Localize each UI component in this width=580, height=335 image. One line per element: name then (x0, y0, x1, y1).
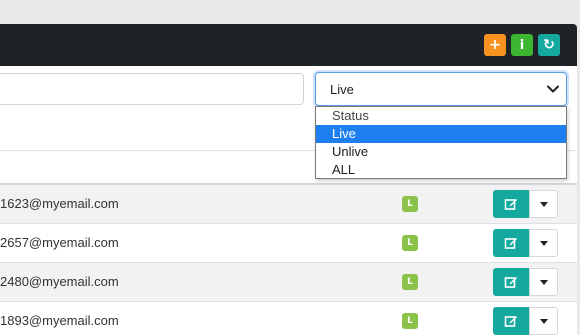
table-row: 2657@myemail.com L (0, 224, 577, 263)
status-option-all[interactable]: ALL (316, 161, 566, 179)
caret-down-icon (539, 240, 548, 246)
search-input[interactable] (0, 73, 304, 105)
info-icon: i (519, 37, 525, 53)
edit-button[interactable] (493, 229, 529, 257)
table-row: 2480@myemail.com L (0, 263, 577, 302)
card-header: + i ↻ (0, 24, 577, 66)
status-option-unlive[interactable]: Unlive (316, 143, 566, 161)
status-option-live[interactable]: Live (316, 125, 566, 143)
add-button[interactable]: + (484, 34, 506, 56)
status-badge: L (402, 196, 418, 212)
edit-button[interactable] (493, 268, 529, 296)
caret-down-icon (539, 279, 548, 285)
edit-icon (504, 238, 517, 249)
status-badge: L (402, 313, 418, 329)
status-option-status[interactable]: Status (316, 107, 566, 125)
row-actions-dropdown-button[interactable] (529, 268, 558, 296)
email-cell: 1623@myemail.com (0, 196, 119, 211)
edit-icon (504, 277, 517, 288)
status-select-value: Live (330, 82, 354, 97)
caret-down-icon (539, 318, 548, 324)
plus-icon: + (489, 37, 501, 53)
row-actions-dropdown-button[interactable] (529, 307, 558, 335)
status-badge: L (402, 235, 418, 251)
caret-down-icon (539, 201, 548, 207)
edit-icon (504, 316, 517, 327)
app-frame: + i ↻ Live Status Live Unlive ALL l 1623… (0, 0, 580, 335)
email-cell: 2480@myemail.com (0, 274, 119, 289)
table-row: 1623@myemail.com L (0, 185, 577, 224)
chevron-down-icon (547, 85, 559, 93)
edit-icon (504, 199, 517, 210)
refresh-button[interactable]: ↻ (538, 34, 560, 56)
email-cell: 1893@myemail.com (0, 313, 119, 328)
email-cell: 2657@myemail.com (0, 235, 119, 250)
row-actions-dropdown-button[interactable] (529, 229, 558, 257)
status-dropdown-list: Status Live Unlive ALL (315, 106, 567, 179)
status-select[interactable]: Live (315, 72, 567, 106)
edit-button[interactable] (493, 190, 529, 218)
table-row: 1893@myemail.com L (0, 302, 577, 335)
row-actions-dropdown-button[interactable] (529, 190, 558, 218)
refresh-icon: ↻ (543, 37, 555, 53)
info-button[interactable]: i (511, 34, 533, 56)
edit-button[interactable] (493, 307, 529, 335)
status-badge: L (402, 274, 418, 290)
